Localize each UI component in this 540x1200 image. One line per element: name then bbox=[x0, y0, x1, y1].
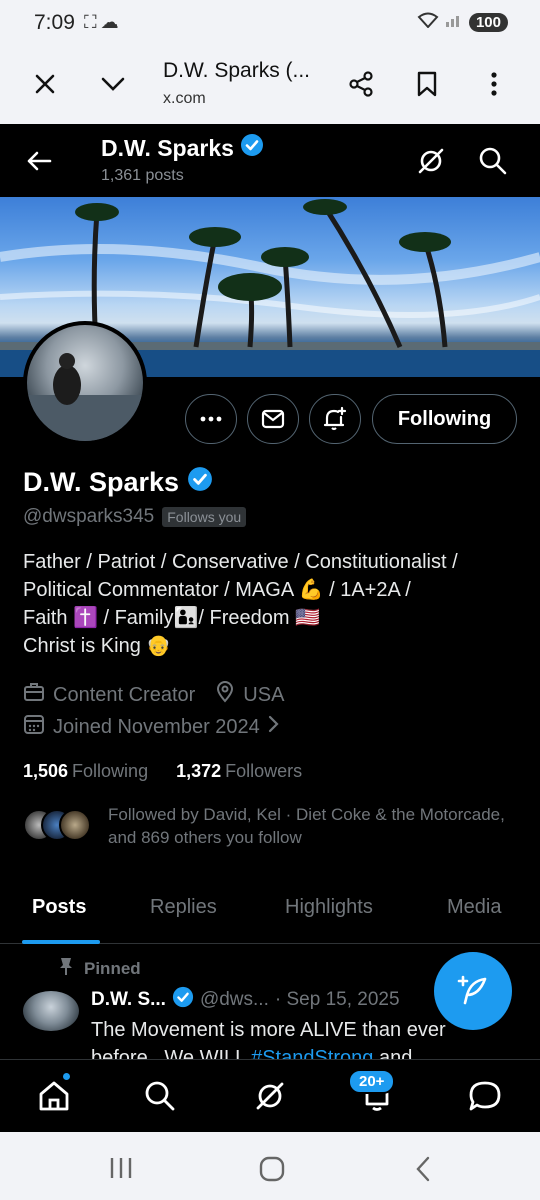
wifi-icon bbox=[417, 12, 439, 33]
bio-line: Political Commentator / MAGA 💪 / 1A+2A / bbox=[23, 579, 411, 601]
followers-label: Followers bbox=[225, 761, 303, 781]
tweet-avatar[interactable] bbox=[23, 991, 79, 1031]
home-button-icon[interactable] bbox=[259, 1156, 285, 1187]
follows-you-badge: Follows you bbox=[162, 507, 247, 527]
compose-post-button[interactable] bbox=[434, 952, 512, 1030]
close-icon[interactable] bbox=[25, 64, 65, 104]
followers-count-link[interactable]: 1,372 Followers bbox=[176, 761, 302, 782]
header-posts-count: 1,361 posts bbox=[101, 167, 184, 184]
briefcase-icon bbox=[23, 682, 45, 708]
tab-media[interactable]: Media bbox=[447, 896, 501, 919]
signal-icon bbox=[445, 12, 463, 33]
status-time: 7:09 bbox=[34, 11, 75, 34]
tweet-date: · Sep 15, 2025 bbox=[274, 989, 400, 1010]
feather-plus-icon bbox=[457, 975, 487, 1005]
profile-page: D.W. Sparks 1,361 posts Following D.W. S… bbox=[0, 124, 540, 1132]
profile-top-bar: D.W. Sparks 1,361 posts bbox=[0, 124, 540, 197]
verified-badge-icon bbox=[240, 133, 264, 163]
profile-joined: Joined November 2024 bbox=[53, 715, 260, 738]
browser-toolbar: D.W. Sparks (... x.com bbox=[0, 46, 540, 124]
status-right-icons: 100 bbox=[417, 12, 508, 33]
profile-category: Content Creator bbox=[53, 683, 196, 706]
envelope-icon bbox=[261, 409, 285, 429]
tweet-author-name[interactable]: D.W. S... bbox=[91, 989, 166, 1011]
following-count-link[interactable]: 1,506 Following bbox=[23, 761, 148, 782]
profile-bio: Father / Patriot / Conservative / Consti… bbox=[23, 548, 523, 660]
profile-name: D.W. Sparks bbox=[23, 466, 213, 499]
profile-handle-row: @dwsparks345 Follows you bbox=[23, 506, 247, 528]
tab-replies[interactable]: Replies bbox=[150, 896, 217, 919]
search-icon[interactable] bbox=[476, 144, 510, 178]
profile-avatar[interactable] bbox=[23, 321, 147, 445]
profile-joined-row[interactable]: Joined November 2024 bbox=[23, 713, 280, 741]
following-button[interactable]: Following bbox=[372, 394, 517, 444]
back-arrow-icon[interactable] bbox=[22, 144, 56, 178]
battery-indicator: 100 bbox=[468, 13, 508, 32]
tweet-header: D.W. S... @dws... · Sep 15, 2025 bbox=[91, 986, 400, 1014]
grok-tab-icon[interactable] bbox=[250, 1076, 290, 1116]
profile-name-text: D.W. Sparks bbox=[23, 467, 180, 497]
calendar-icon bbox=[23, 713, 45, 741]
grok-icon[interactable] bbox=[414, 144, 448, 178]
header-name: D.W. Sparks bbox=[101, 134, 234, 161]
home-unread-dot bbox=[61, 1071, 72, 1082]
following-label: Following bbox=[72, 761, 149, 781]
more-vert-icon[interactable] bbox=[474, 64, 514, 104]
bio-line: Faith ✝️ / Family👨‍👦/ Freedom 🇺🇸 bbox=[23, 607, 320, 629]
bio-line: Christ is King 👴 bbox=[23, 635, 172, 657]
followers-count: 1,372 bbox=[176, 761, 222, 781]
verified-badge-icon bbox=[187, 466, 213, 499]
system-navigation-bar bbox=[0, 1132, 540, 1200]
chevron-down-icon[interactable] bbox=[93, 64, 133, 104]
header-title: D.W. Sparks bbox=[101, 133, 264, 163]
profile-location: USA bbox=[243, 683, 285, 706]
followed-by-text[interactable]: Followed by David, Kel · Diet Coke & the… bbox=[108, 803, 508, 849]
pinned-label: Pinned bbox=[58, 956, 141, 981]
browser-url: x.com bbox=[163, 90, 206, 107]
active-tab-indicator bbox=[22, 940, 100, 944]
bookmark-icon[interactable] bbox=[407, 64, 447, 104]
notifications-badge: 20+ bbox=[348, 1069, 396, 1094]
message-button[interactable] bbox=[247, 394, 299, 444]
tab-posts[interactable]: Posts bbox=[32, 896, 86, 919]
bottom-navigation: 20+ bbox=[0, 1059, 540, 1132]
follower-avatar bbox=[59, 809, 91, 841]
chevron-right-icon bbox=[268, 715, 280, 739]
browser-page-title: D.W. Sparks (... bbox=[163, 59, 311, 82]
pin-icon bbox=[58, 956, 74, 981]
back-button-icon[interactable] bbox=[414, 1156, 432, 1187]
bell-plus-icon bbox=[323, 406, 347, 431]
messages-icon[interactable] bbox=[465, 1076, 505, 1116]
location-icon bbox=[215, 681, 235, 709]
tab-highlights[interactable]: Highlights bbox=[285, 896, 373, 919]
home-icon[interactable] bbox=[34, 1076, 74, 1116]
following-count: 1,506 bbox=[23, 761, 69, 781]
search-tab-icon[interactable] bbox=[140, 1076, 180, 1116]
recent-apps-icon[interactable] bbox=[108, 1156, 134, 1185]
bio-line: Father / Patriot / Conservative / Consti… bbox=[23, 551, 458, 573]
share-icon[interactable] bbox=[341, 64, 381, 104]
follow-counts: 1,506 Following 1,372 Followers bbox=[23, 761, 302, 782]
status-bar: 7:09 ⛶☁ 100 bbox=[0, 0, 540, 46]
notify-button[interactable] bbox=[309, 394, 361, 444]
pinned-text: Pinned bbox=[84, 958, 141, 978]
profile-tabs: Posts Replies Highlights Media bbox=[0, 882, 540, 944]
tweet-author-handle: @dws... bbox=[199, 989, 269, 1010]
more-horiz-icon bbox=[200, 416, 222, 422]
verified-badge-icon bbox=[172, 986, 194, 1014]
status-notification-icons: ⛶☁ bbox=[84, 12, 123, 32]
more-options-button[interactable] bbox=[185, 394, 237, 444]
profile-meta-row: Content Creator USA bbox=[23, 681, 284, 709]
profile-handle: @dwsparks345 bbox=[23, 506, 155, 527]
